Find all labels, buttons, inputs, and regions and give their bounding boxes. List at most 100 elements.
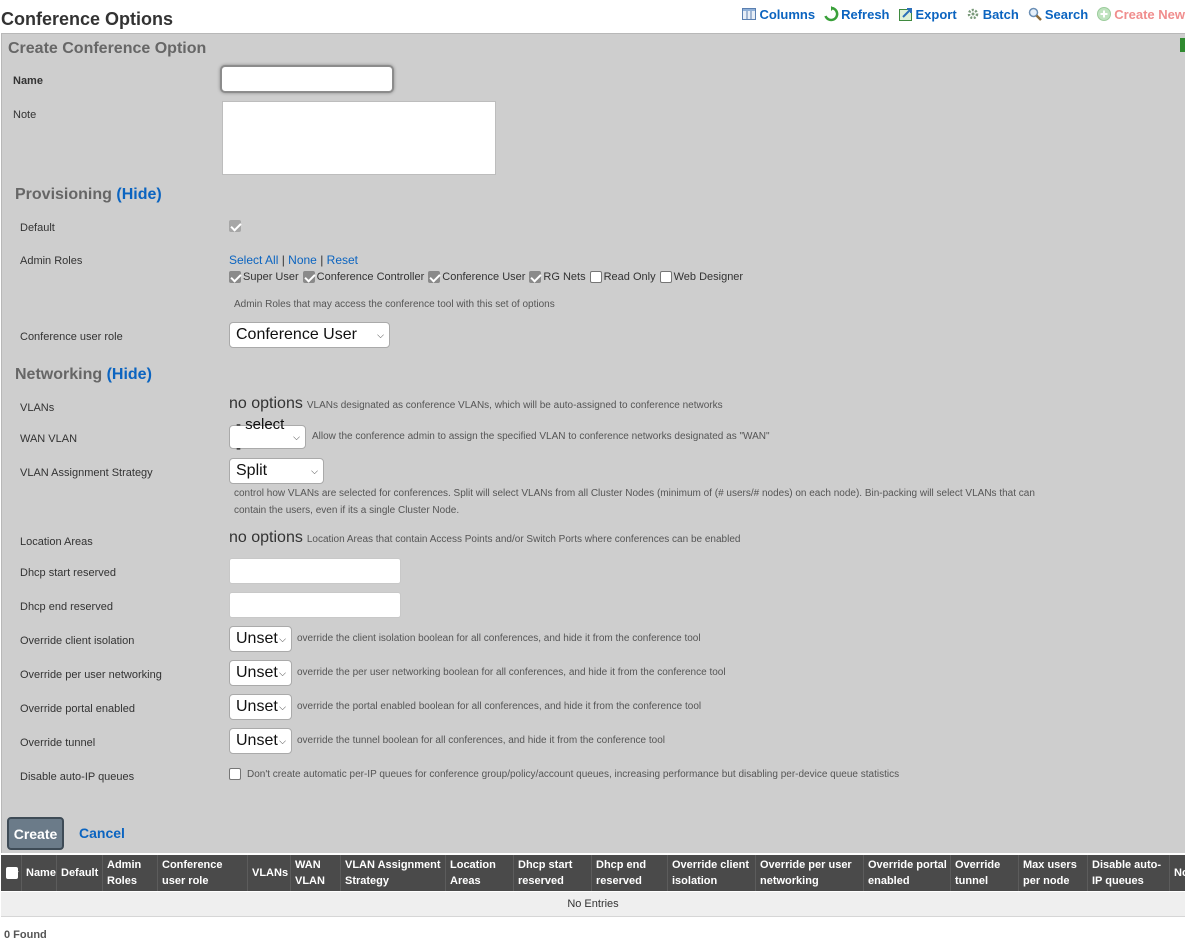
wan-vlan-help: Allow the conference admin to assign the… <box>312 431 770 442</box>
columns-label: Columns <box>759 6 816 22</box>
col-override-tunnel[interactable]: Override tunnel <box>950 855 1018 891</box>
col-name[interactable]: Name <box>21 855 56 891</box>
role-checkbox[interactable] <box>659 271 672 283</box>
role-super-user[interactable]: Super User <box>229 271 299 283</box>
vlan-strategy-select[interactable]: Split ⌵ <box>229 458 324 484</box>
role-read-only[interactable]: Read Only <box>589 271 656 283</box>
vlan-strategy-help-line1: control how VLANs are selected for confe… <box>234 488 1035 499</box>
override-portal-select[interactable]: Unset ⌵ <box>229 694 292 720</box>
col-override-client-isolation[interactable]: Override client isolation <box>667 855 755 891</box>
override-per-user-help: override the per user networking boolean… <box>297 667 726 678</box>
col-note[interactable]: No <box>1169 855 1185 891</box>
cancel-link[interactable]: Cancel <box>79 825 125 841</box>
chevron-down-icon: ⌵ <box>279 702 286 712</box>
vlan-strategy-help-line2: contain the users, even if its a single … <box>234 505 460 516</box>
col-admin-roles[interactable]: Admin Roles <box>102 855 157 891</box>
refresh-button[interactable]: Refresh <box>823 6 890 22</box>
dhcp-end-input[interactable] <box>229 592 401 618</box>
role-conference-user[interactable]: Conference User <box>428 271 525 283</box>
provisioning-hide-link[interactable]: (Hide) <box>116 186 161 203</box>
chevron-down-icon: ⌵ <box>293 432 300 442</box>
name-label: Name <box>13 75 43 87</box>
wan-vlan-select[interactable]: - select - ⌵ <box>229 416 306 457</box>
override-per-user-select[interactable]: Unset ⌵ <box>229 660 292 686</box>
name-input[interactable] <box>220 65 394 93</box>
select-all-rows-checkbox[interactable] <box>1 855 21 891</box>
role-checkbox[interactable] <box>529 271 542 283</box>
status-marker <box>1180 38 1185 52</box>
chevron-down-icon: ⌵ <box>279 668 286 678</box>
columns-icon <box>741 6 757 22</box>
create-button[interactable]: Create <box>7 817 64 850</box>
page-title: Conference Options <box>1 9 174 29</box>
export-button[interactable]: Export <box>898 6 957 22</box>
default-label: Default <box>20 222 55 234</box>
vlans-help: VLANs designated as conference VLANs, wh… <box>306 400 723 411</box>
refresh-label: Refresh <box>841 6 890 22</box>
location-areas-label: Location Areas <box>20 536 93 548</box>
table-empty-row: No Entries <box>1 892 1185 917</box>
col-wan-vlan[interactable]: WAN VLAN <box>290 855 340 891</box>
plus-circle-icon <box>1096 6 1112 22</box>
networking-section-title: Networking (Hide) <box>15 366 152 383</box>
select-none-link[interactable]: None <box>288 253 317 267</box>
dhcp-start-input[interactable] <box>229 558 401 584</box>
header-checkbox[interactable] <box>6 867 18 879</box>
batch-button[interactable]: Batch <box>965 6 1019 22</box>
col-dhcp-start-reserved[interactable]: Dhcp start reserved <box>513 855 591 891</box>
columns-button[interactable]: Columns <box>741 6 815 22</box>
chevron-down-icon: ⌵ <box>279 634 286 644</box>
default-checkbox[interactable] <box>229 220 241 232</box>
role-checkbox[interactable] <box>428 271 441 283</box>
select-all-link[interactable]: Select All <box>229 253 278 267</box>
admin-roles-list: Super User Conference Controller Confere… <box>229 271 743 283</box>
col-default[interactable]: Default <box>56 855 102 891</box>
search-button[interactable]: Search <box>1027 6 1088 22</box>
result-count: 0 Found <box>4 929 47 941</box>
col-vlan-assignment-strategy[interactable]: VLAN Assignment Strategy <box>340 855 445 891</box>
col-conference-user-role[interactable]: Conference user role <box>157 855 247 891</box>
disable-auto-ip-checkbox[interactable] <box>229 768 241 780</box>
create-new-button[interactable]: Create New <box>1096 6 1185 22</box>
col-vlans[interactable]: VLANs <box>247 855 290 891</box>
role-checkbox[interactable] <box>302 271 315 283</box>
override-isolation-label: Override client isolation <box>20 635 135 647</box>
col-dhcp-end-reserved[interactable]: Dhcp end reserved <box>591 855 667 891</box>
search-label: Search <box>1044 6 1089 22</box>
note-textarea[interactable] <box>222 101 496 175</box>
table-header: Name Default Admin Roles Conference user… <box>1 855 1185 891</box>
role-checkbox[interactable] <box>589 271 602 283</box>
conference-user-role-select[interactable]: Conference User ⌵ <box>229 322 390 348</box>
dhcp-start-label: Dhcp start reserved <box>20 567 116 579</box>
override-tunnel-select[interactable]: Unset ⌵ <box>229 728 292 754</box>
vlan-strategy-label: VLAN Assignment Strategy <box>20 467 153 479</box>
wan-vlan-label: WAN VLAN <box>20 433 78 445</box>
override-portal-help: override the portal enabled boolean for … <box>297 701 702 712</box>
override-per-user-label: Override per user networking <box>20 669 162 681</box>
col-disable-auto-ip-queues[interactable]: Disable auto-IP queues <box>1087 855 1169 891</box>
location-areas-help: Location Areas that contain Access Point… <box>306 534 741 545</box>
chevron-down-icon: ⌵ <box>377 330 384 340</box>
admin-roles-links: Select All | None | Reset <box>229 253 359 267</box>
batch-label: Batch <box>982 6 1019 22</box>
location-areas-value: no options Location Areas that contain Ac… <box>229 529 741 546</box>
override-isolation-select[interactable]: Unset ⌵ <box>229 626 292 652</box>
disable-auto-ip-label: Disable auto-IP queues <box>20 771 135 783</box>
export-icon <box>898 6 914 22</box>
create-form-panel: Create Conference Option Name Note Provi… <box>1 33 1185 853</box>
col-override-per-user-networking[interactable]: Override per user networking <box>755 855 863 891</box>
networking-hide-link[interactable]: (Hide) <box>107 366 152 383</box>
role-web-designer[interactable]: Web Designer <box>659 271 743 283</box>
admin-roles-label: Admin Roles <box>20 255 83 267</box>
role-conference-controller[interactable]: Conference Controller <box>302 271 424 283</box>
col-override-portal-enabled[interactable]: Override portal enabled <box>863 855 950 891</box>
dhcp-end-label: Dhcp end reserved <box>20 601 113 613</box>
refresh-icon <box>823 6 839 22</box>
role-checkbox[interactable] <box>229 271 241 283</box>
col-max-users-per-node[interactable]: Max users per node <box>1018 855 1087 891</box>
reset-link[interactable]: Reset <box>327 253 358 267</box>
col-location-areas[interactable]: Location Areas <box>445 855 513 891</box>
role-rg-nets[interactable]: RG Nets <box>529 271 586 283</box>
chevron-down-icon: ⌵ <box>279 736 286 746</box>
disable-auto-ip-help: Don't create automatic per-IP queues for… <box>247 769 900 780</box>
